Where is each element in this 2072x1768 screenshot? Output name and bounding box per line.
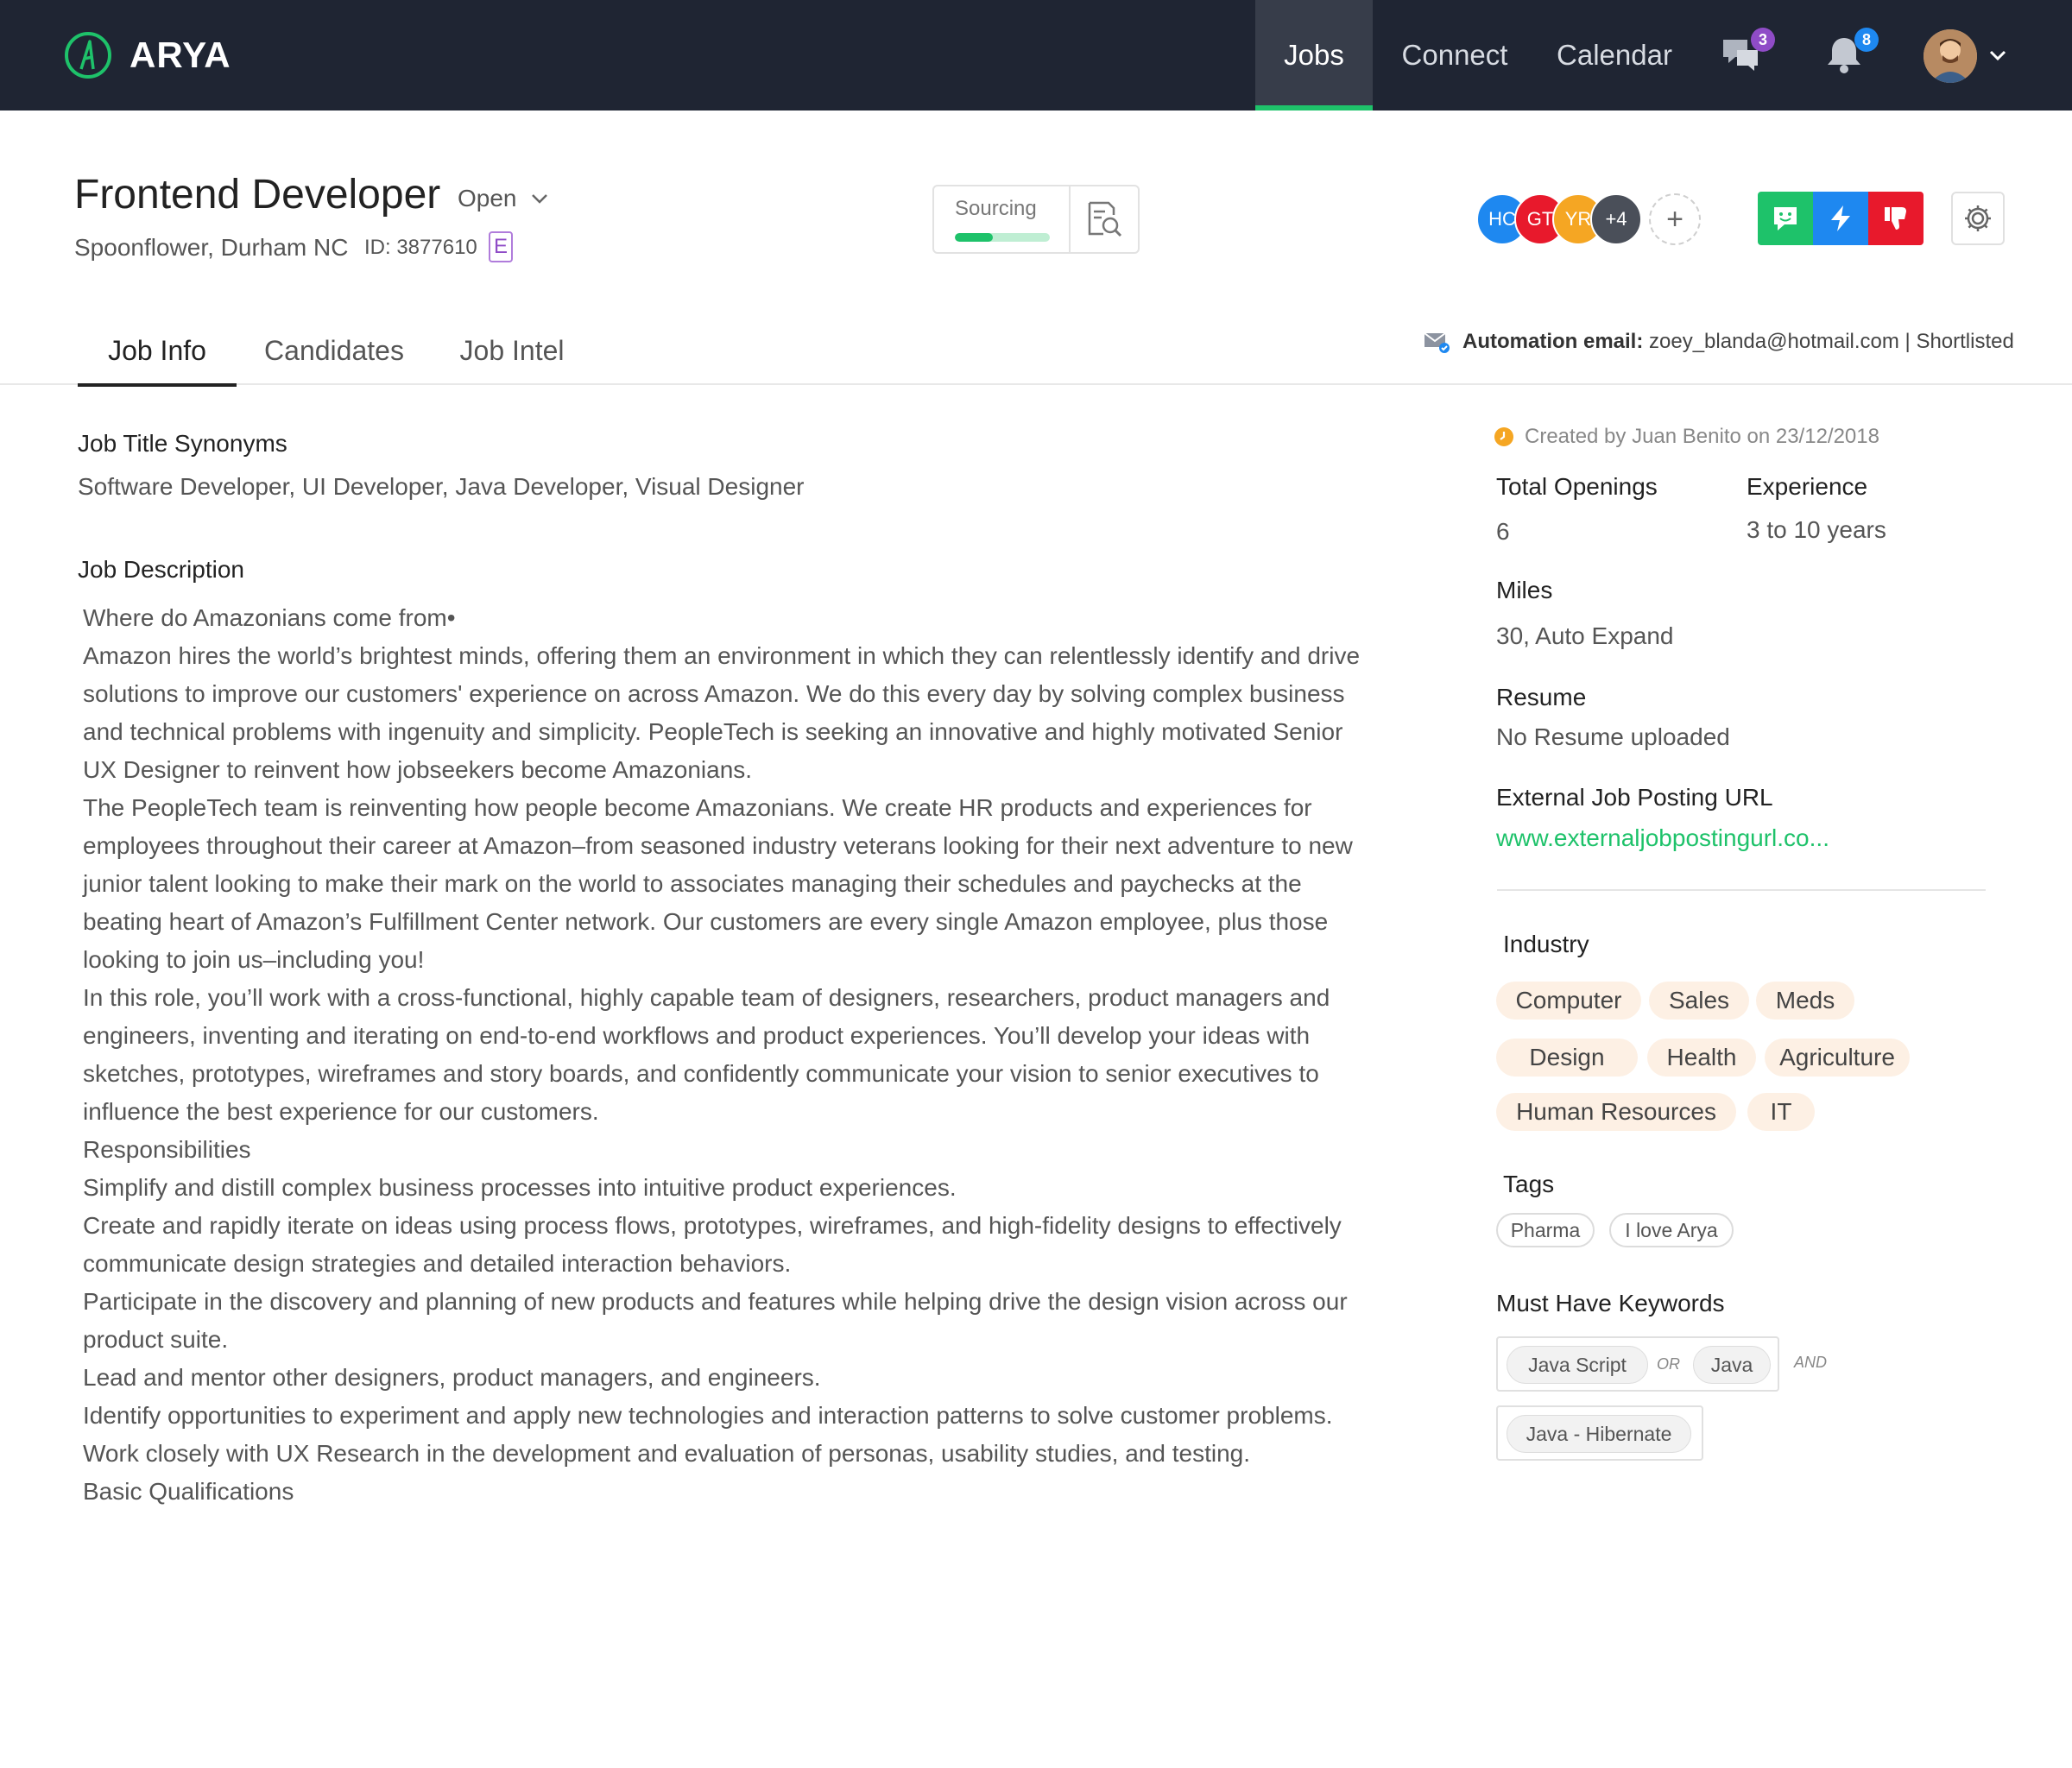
clock-icon bbox=[1494, 427, 1513, 446]
tag-chip[interactable]: Pharma bbox=[1496, 1213, 1595, 1247]
add-recruiter-button[interactable]: + bbox=[1649, 193, 1701, 245]
industry-chip[interactable]: Human Resources bbox=[1496, 1093, 1736, 1131]
top-navigation-bar: ARYA Jobs Connect Calendar 3 8 bbox=[0, 0, 2072, 110]
created-text: Created by Juan Benito on 23/12/2018 bbox=[1525, 425, 1879, 448]
industry-chip[interactable]: Computer bbox=[1496, 982, 1641, 1020]
automation-email-info: Automation email: zoey_blanda@hotmail.co… bbox=[1423, 330, 2014, 354]
brand-name: ARYA bbox=[130, 35, 231, 75]
nav-link-connect[interactable]: Connect bbox=[1390, 0, 1519, 110]
job-description: Where do Amazonians come from• Amazon hi… bbox=[83, 599, 1361, 1511]
description-paragraph: Participate in the discovery and plannin… bbox=[83, 1288, 1348, 1353]
job-description-label: Job Description bbox=[78, 556, 244, 583]
notifications-button[interactable]: 8 bbox=[1822, 28, 1879, 78]
tags-label: Tags bbox=[1503, 1171, 1555, 1197]
keyword-or-operator: OR bbox=[1657, 1355, 1680, 1373]
description-paragraph: Create and rapidly iterate on ideas usin… bbox=[83, 1212, 1342, 1277]
settings-button[interactable] bbox=[1951, 192, 2005, 245]
synonyms-value: Software Developer, UI Developer, Java D… bbox=[78, 473, 805, 500]
automation-email-label: Automation email: bbox=[1462, 330, 1644, 353]
miles-value: 30, Auto Expand bbox=[1496, 622, 1674, 649]
tab-job-intel[interactable]: Job Intel bbox=[445, 316, 578, 385]
divider bbox=[1497, 889, 1986, 891]
user-photo-icon bbox=[1924, 29, 1977, 83]
smile-chat-icon bbox=[1774, 207, 1797, 230]
tab-candidates[interactable]: Candidates bbox=[252, 316, 416, 385]
sourcing-widget[interactable]: Sourcing bbox=[932, 185, 1140, 254]
sourcing-label: Sourcing bbox=[955, 197, 1037, 220]
industry-chip[interactable]: Health bbox=[1647, 1039, 1756, 1077]
industry-chip[interactable]: Design bbox=[1496, 1039, 1638, 1077]
keyword-chip[interactable]: Java - Hibernate bbox=[1507, 1415, 1691, 1453]
search-candidates-button[interactable] bbox=[1071, 186, 1138, 252]
miles-label: Miles bbox=[1496, 577, 1553, 603]
external-url-label: External Job Posting URL bbox=[1496, 784, 1773, 811]
job-title: Frontend Developer bbox=[74, 172, 441, 218]
resume-label: Resume bbox=[1496, 684, 1587, 710]
industry-chip[interactable]: Sales bbox=[1649, 982, 1749, 1020]
description-paragraph: The PeopleTech team is reinventing how p… bbox=[83, 794, 1353, 973]
tab-job-info[interactable]: Job Info bbox=[78, 316, 237, 387]
job-location: Spoonflower, Durham NC bbox=[74, 234, 349, 261]
experience-value: 3 to 10 years bbox=[1747, 516, 1886, 543]
automation-action-button[interactable] bbox=[1813, 192, 1868, 245]
sourcing-progress-bar bbox=[955, 233, 1050, 242]
tag-chip[interactable]: I love Arya bbox=[1609, 1213, 1734, 1247]
description-paragraph: Where do Amazonians come from• bbox=[83, 604, 456, 631]
created-info: Created by Juan Benito on 23/12/2018 bbox=[1494, 425, 1879, 449]
arya-logo-icon bbox=[65, 32, 111, 79]
notification-badge: 8 bbox=[1854, 28, 1879, 52]
keyword-chip[interactable]: Java Script bbox=[1507, 1346, 1648, 1384]
keyword-chip[interactable]: Java bbox=[1693, 1346, 1771, 1384]
keyword-group: Java - Hibernate bbox=[1496, 1405, 1703, 1461]
industry-chip[interactable]: IT bbox=[1747, 1093, 1815, 1131]
synonyms-label: Job Title Synonyms bbox=[78, 430, 287, 457]
industry-chip[interactable]: Agriculture bbox=[1765, 1039, 1910, 1077]
industry-chip[interactable]: Meds bbox=[1756, 982, 1854, 1020]
automation-email-value: zoey_blanda@hotmail.com | Shortlisted bbox=[1649, 330, 2014, 353]
brand[interactable]: ARYA bbox=[64, 29, 231, 81]
job-status-label: Open bbox=[458, 185, 517, 212]
total-openings-value: 6 bbox=[1496, 518, 1510, 545]
sourcing-progress-fill bbox=[955, 233, 993, 242]
chat-badge: 3 bbox=[1751, 28, 1775, 52]
avatar[interactable] bbox=[1924, 29, 1977, 83]
description-paragraph: Amazon hires the world’s brightest minds… bbox=[83, 642, 1361, 783]
must-have-keywords-label: Must Have Keywords bbox=[1496, 1290, 1725, 1317]
resume-value: No Resume uploaded bbox=[1496, 723, 1730, 750]
nav-link-calendar[interactable]: Calendar bbox=[1545, 0, 1684, 110]
external-url-link[interactable]: www.externaljobpostingurl.co... bbox=[1496, 824, 1829, 852]
industry-label: Industry bbox=[1503, 931, 1589, 957]
chat-button[interactable]: 3 bbox=[1718, 28, 1775, 78]
job-type-badge: E bbox=[489, 231, 513, 262]
job-status-dropdown[interactable]: Open bbox=[458, 185, 550, 212]
lightning-icon bbox=[1831, 205, 1850, 231]
description-paragraph: Basic Qualifications bbox=[83, 1478, 294, 1505]
description-paragraph: Lead and mentor other designers, product… bbox=[83, 1364, 821, 1391]
recruiter-more[interactable]: +4 bbox=[1590, 193, 1642, 245]
keyword-group: Java Script OR Java bbox=[1496, 1336, 1779, 1392]
chevron-down-icon[interactable] bbox=[1986, 43, 2010, 67]
keyword-and-operator: AND bbox=[1794, 1354, 1828, 1371]
job-action-buttons bbox=[1758, 192, 1924, 245]
reject-action-button[interactable] bbox=[1868, 192, 1924, 245]
chat-action-button[interactable] bbox=[1758, 192, 1813, 245]
nav-link-jobs[interactable]: Jobs bbox=[1255, 0, 1373, 110]
gear-icon bbox=[1965, 205, 1991, 231]
description-paragraph: Responsibilities bbox=[83, 1136, 251, 1163]
experience-label: Experience bbox=[1747, 473, 1868, 500]
recruiter-avatars[interactable]: HC GT YR +4 bbox=[1476, 193, 1642, 245]
description-paragraph: In this role, you’ll work with a cross-f… bbox=[83, 984, 1330, 1125]
description-paragraph: Identify opportunities to experiment and… bbox=[83, 1402, 1333, 1429]
job-id: ID: 3877610 bbox=[364, 236, 477, 259]
document-search-icon bbox=[1088, 201, 1122, 237]
thumbs-down-icon bbox=[1885, 207, 1906, 230]
total-openings-label: Total Openings bbox=[1496, 473, 1658, 500]
chevron-down-icon bbox=[531, 194, 547, 204]
description-paragraph: Simplify and distill complex business pr… bbox=[83, 1174, 957, 1201]
sourcing-status: Sourcing bbox=[934, 186, 1071, 252]
description-paragraph: Work closely with UX Research in the dev… bbox=[83, 1440, 1250, 1467]
mail-check-icon bbox=[1424, 332, 1450, 353]
